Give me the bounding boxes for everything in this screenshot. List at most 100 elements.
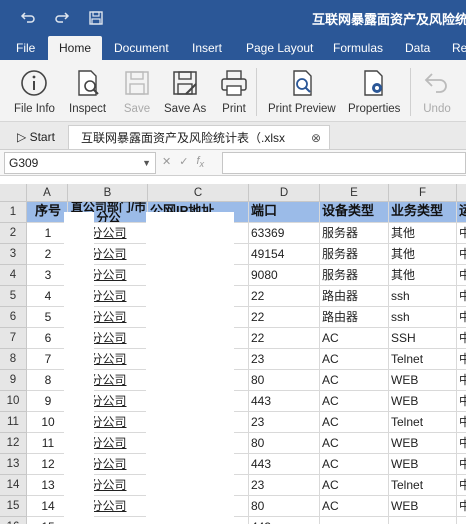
column-header-g[interactable]: G [457, 184, 466, 202]
row-header[interactable]: 5 [0, 286, 27, 307]
close-tab-icon[interactable]: ⊗ [311, 126, 321, 150]
table-cell[interactable]: 443 [249, 517, 320, 524]
table-cell[interactable]: 中 [457, 475, 466, 496]
row-header[interactable]: 10 [0, 391, 27, 412]
table-cell[interactable]: 13 [27, 475, 68, 496]
table-cell[interactable]: 80 [249, 433, 320, 454]
table-cell[interactable]: 中 [457, 223, 466, 244]
function-icon[interactable]: fx [196, 155, 204, 169]
table-cell[interactable]: WEB [389, 454, 457, 475]
table-cell[interactable]: 23 [249, 412, 320, 433]
save-as-button[interactable]: Save As [164, 68, 206, 115]
formula-input[interactable] [222, 152, 466, 174]
menu-formulas[interactable]: Formulas [333, 36, 383, 60]
table-cell[interactable]: 2 [27, 244, 68, 265]
column-title-cell[interactable]: 运 [457, 202, 466, 223]
undo-button[interactable]: Undo [422, 68, 452, 115]
table-cell[interactable]: 5 [27, 307, 68, 328]
cancel-formula-icon[interactable]: ✕ [162, 155, 171, 169]
table-cell[interactable]: ssh [389, 286, 457, 307]
table-cell[interactable]: AC [320, 496, 389, 517]
row-header[interactable]: 16 [0, 517, 27, 524]
table-cell[interactable]: 9080 [249, 265, 320, 286]
column-title-cell[interactable]: 业务类型 [389, 202, 457, 223]
table-cell[interactable]: 路由器 [320, 307, 389, 328]
table-cell[interactable]: 10 [27, 412, 68, 433]
table-cell[interactable]: 23 [249, 475, 320, 496]
row-header[interactable]: 1 [0, 202, 27, 223]
table-cell[interactable]: 服务器 [320, 244, 389, 265]
row-header[interactable]: 12 [0, 433, 27, 454]
table-cell[interactable]: 其他 [389, 223, 457, 244]
table-cell[interactable]: 6 [27, 328, 68, 349]
table-cell[interactable]: 15 [27, 517, 68, 524]
row-header[interactable]: 6 [0, 307, 27, 328]
table-cell[interactable]: 12 [27, 454, 68, 475]
table-cell[interactable]: WEB [389, 391, 457, 412]
table-cell[interactable]: 8 [27, 370, 68, 391]
row-header[interactable]: 11 [0, 412, 27, 433]
table-cell[interactable]: AC [320, 349, 389, 370]
table-cell[interactable]: AC [320, 370, 389, 391]
print-preview-button[interactable]: Print Preview [268, 68, 336, 115]
table-cell[interactable]: 中 [457, 265, 466, 286]
table-cell[interactable]: AC [320, 412, 389, 433]
table-cell[interactable]: 服务器 [320, 223, 389, 244]
row-header[interactable]: 7 [0, 328, 27, 349]
table-cell[interactable]: AC [320, 454, 389, 475]
table-cell[interactable]: AC [320, 433, 389, 454]
properties-button[interactable]: Properties [348, 68, 400, 115]
column-title-cell[interactable]: 端口 [249, 202, 320, 223]
table-cell[interactable]: WEB [389, 496, 457, 517]
row-header[interactable]: 14 [0, 475, 27, 496]
table-cell[interactable]: 80 [249, 496, 320, 517]
tab-file[interactable]: 互联网暴露面资产及风险统计表（.xlsx ⊗ [68, 125, 330, 149]
row-header[interactable]: 4 [0, 265, 27, 286]
menu-page-layout[interactable]: Page Layout [246, 36, 313, 60]
table-cell[interactable]: 7 [27, 349, 68, 370]
table-cell[interactable]: AC [320, 391, 389, 412]
undo-quick-icon[interactable] [18, 8, 38, 28]
table-cell[interactable]: 中 [457, 496, 466, 517]
table-cell[interactable]: 中 [457, 286, 466, 307]
table-cell[interactable]: Telnet [389, 412, 457, 433]
table-cell[interactable]: 11 [27, 433, 68, 454]
row-header[interactable]: 3 [0, 244, 27, 265]
table-cell[interactable]: 中 [457, 307, 466, 328]
table-cell[interactable]: 23 [249, 349, 320, 370]
table-cell[interactable]: 中 [457, 370, 466, 391]
row-header[interactable]: 8 [0, 349, 27, 370]
table-cell[interactable]: 中 [457, 349, 466, 370]
column-title-cell[interactable]: 序号 [27, 202, 68, 223]
row-header[interactable]: 2 [0, 223, 27, 244]
redo-quick-icon[interactable] [52, 8, 72, 28]
table-cell[interactable]: Telnet [389, 475, 457, 496]
column-title-cell[interactable]: 设备类型 [320, 202, 389, 223]
table-cell[interactable]: 3 [27, 265, 68, 286]
select-all-corner[interactable] [0, 184, 27, 202]
table-cell[interactable] [389, 517, 457, 524]
column-header-e[interactable]: E [320, 184, 389, 202]
row-header[interactable]: 9 [0, 370, 27, 391]
table-cell[interactable]: 服务器 [320, 265, 389, 286]
menu-review[interactable]: Re [452, 36, 466, 60]
table-cell[interactable]: 路由器 [320, 286, 389, 307]
column-header-a[interactable]: A [27, 184, 68, 202]
menu-insert[interactable]: Insert [192, 36, 222, 60]
row-header[interactable]: 15 [0, 496, 27, 517]
table-cell[interactable]: 中 [457, 412, 466, 433]
inspect-button[interactable]: Inspect [69, 68, 106, 115]
column-header-b[interactable]: B [68, 184, 148, 202]
table-cell[interactable]: 22 [249, 286, 320, 307]
table-cell[interactable]: WEB [389, 433, 457, 454]
menu-file[interactable]: File [16, 36, 35, 60]
table-cell[interactable]: AC [320, 475, 389, 496]
table-cell[interactable]: 22 [249, 328, 320, 349]
table-cell[interactable]: 其他 [389, 244, 457, 265]
menu-document[interactable]: Document [114, 36, 169, 60]
table-cell[interactable]: 14 [27, 496, 68, 517]
table-cell[interactable]: 22 [249, 307, 320, 328]
tab-start[interactable]: ▷ Start [17, 125, 55, 149]
table-cell[interactable]: SSH [389, 328, 457, 349]
table-cell[interactable] [320, 517, 389, 524]
